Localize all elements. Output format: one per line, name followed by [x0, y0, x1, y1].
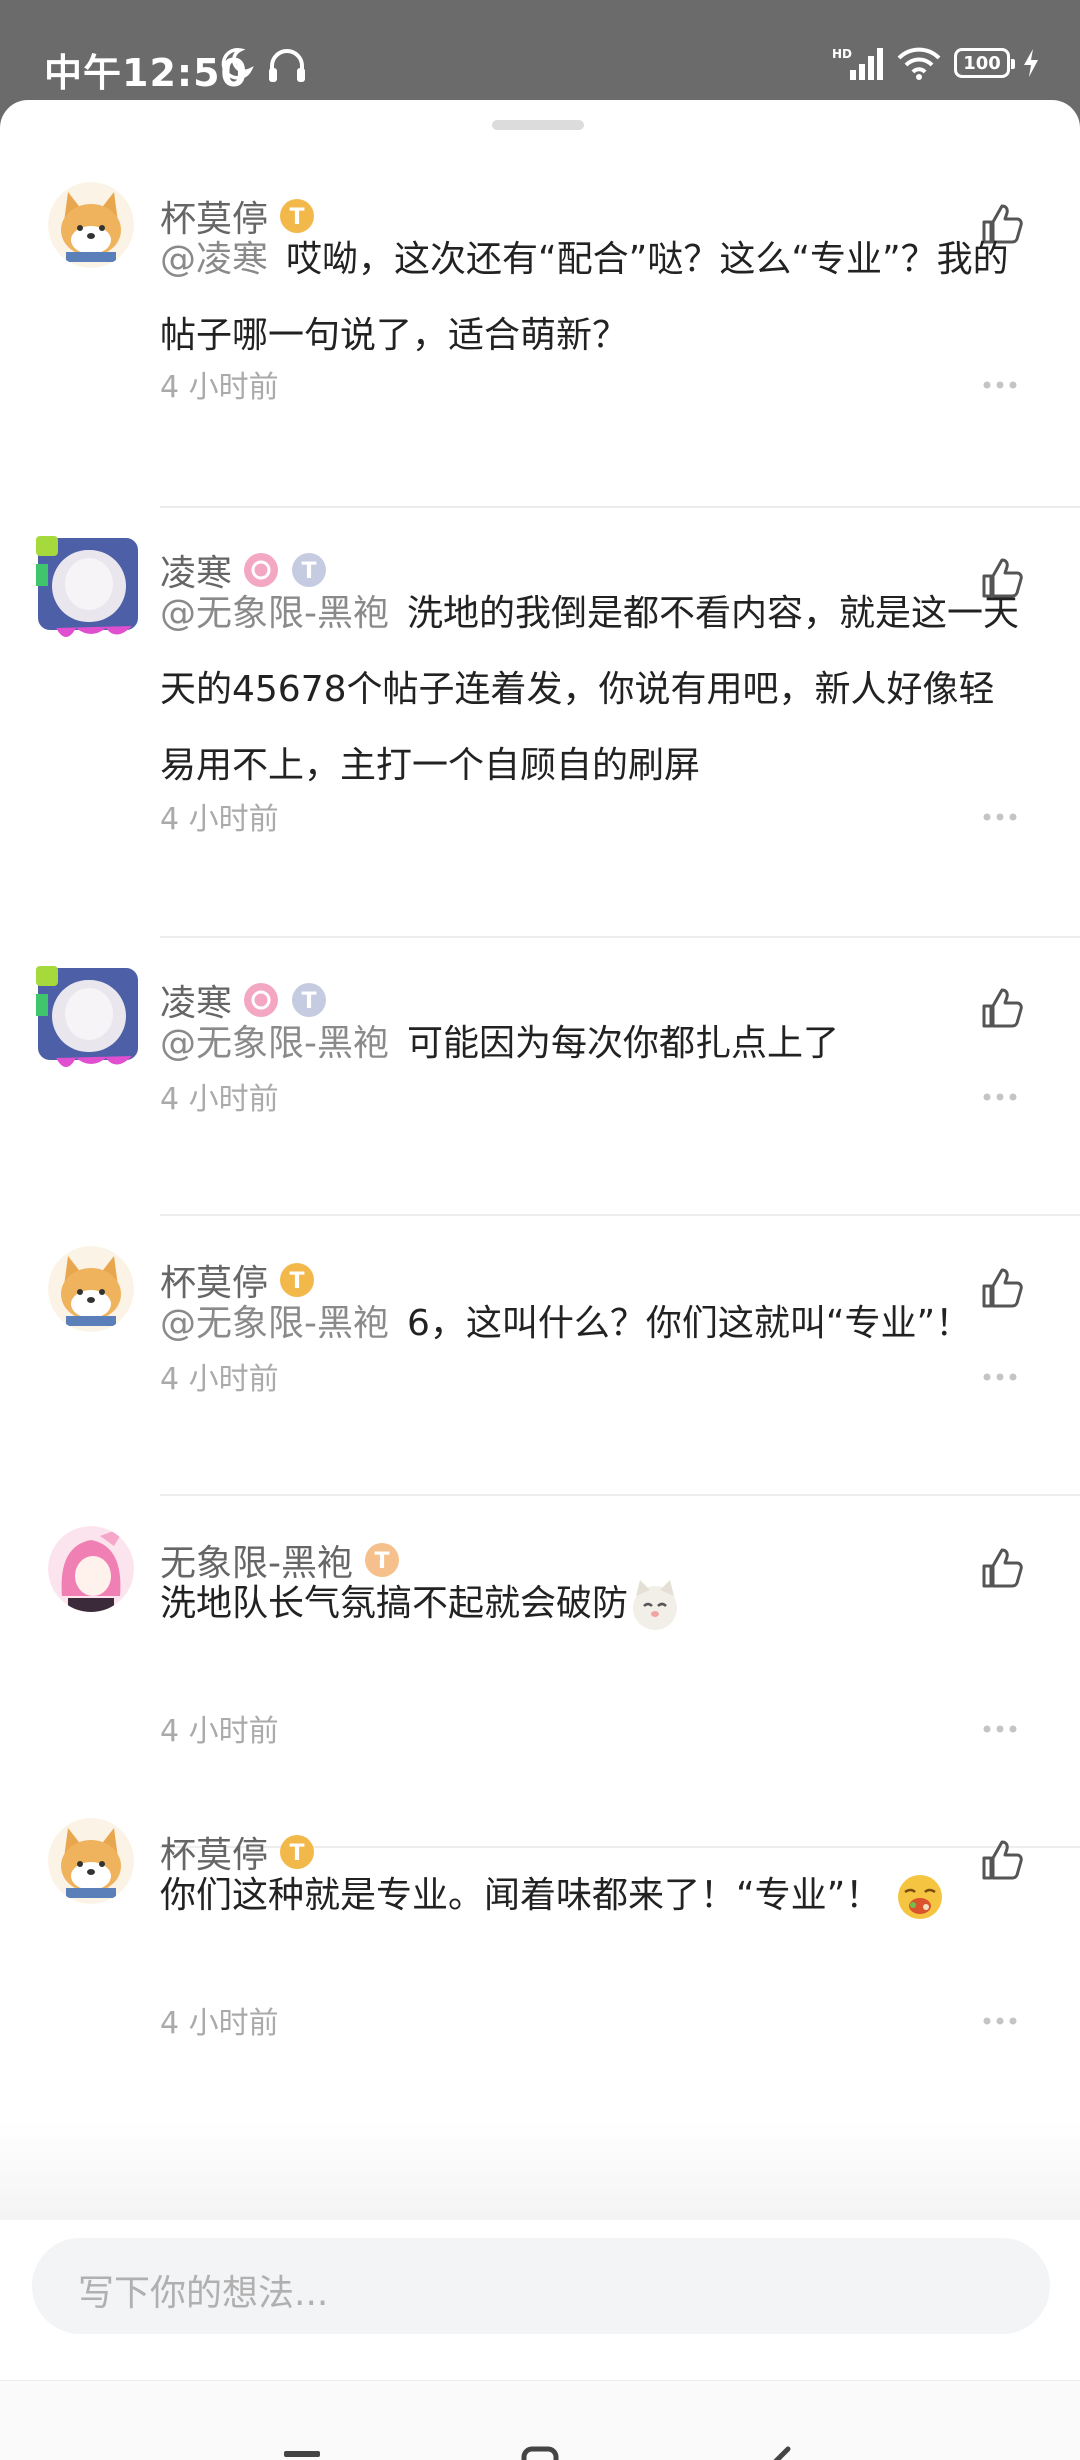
- avatar[interactable]: [48, 1246, 134, 1332]
- more-icon[interactable]: [982, 1092, 1018, 1102]
- mention[interactable]: @凌寒: [160, 239, 268, 280]
- divider: [160, 936, 1080, 938]
- signal-icon: HD: [832, 47, 883, 80]
- headphones-icon: [269, 49, 305, 82]
- comment-body: 6，这叫什么？你们这就叫“专业”！: [407, 1303, 972, 1344]
- mention[interactable]: @无象限-黑袍: [160, 593, 389, 634]
- comment-body: 洗地队长气氛搞不起就会破防: [160, 1583, 629, 1624]
- comments-sheet: 杯莫停 T @凌寒 哎呦，这次还有“配合”哒？这么“专业”？我的帖子哪一句说了，适…: [0, 100, 1080, 2460]
- mention[interactable]: @无象限-黑袍: [160, 1023, 389, 1064]
- divider: [160, 1214, 1080, 1216]
- avatar[interactable]: [48, 1818, 134, 1904]
- more-icon[interactable]: [982, 812, 1018, 822]
- anime-girl-avatar-icon: [48, 1526, 134, 1612]
- more-icon[interactable]: [982, 2016, 1018, 2026]
- comment-text: 洗地队长气氛搞不起就会破防: [160, 1566, 1030, 1642]
- comment-time: 4 小时前: [160, 1082, 279, 1117]
- moon-icon: [221, 48, 254, 80]
- comment-body: 哎呦，这次还有“配合”哒？这么“专业”？我的帖子哪一句说了，适合萌新？: [160, 239, 1009, 356]
- more-icon[interactable]: [982, 1372, 1018, 1382]
- battery-icon: 100: [954, 48, 1015, 78]
- comment-time: 4 小时前: [160, 1714, 279, 1749]
- menu-icon[interactable]: [280, 2443, 324, 2460]
- more-icon[interactable]: [982, 380, 1018, 390]
- divider: [160, 506, 1080, 508]
- comment-text: @凌寒 哎呦，这次还有“配合”哒？这么“专业”？我的帖子哪一句说了，适合萌新？: [160, 222, 1030, 374]
- avatar[interactable]: [36, 966, 140, 1070]
- comment-body: 可能因为每次你都扎点上了: [407, 1023, 840, 1064]
- comment-time: 4 小时前: [160, 1362, 279, 1397]
- battery-level: 100: [963, 52, 1001, 74]
- shiba-avatar-icon: [48, 1246, 134, 1332]
- back-icon[interactable]: [760, 2443, 804, 2460]
- avatar[interactable]: [48, 1526, 134, 1612]
- wifi-icon: [897, 47, 941, 80]
- comment-body: 你们这种就是专业。闻着味都来了！“专业”！: [160, 1875, 882, 1916]
- comment-time: 4 小时前: [160, 370, 279, 405]
- divider: [160, 1494, 1080, 1496]
- svg-text:HD: HD: [832, 47, 852, 61]
- status-bar: 中午12:50 HD 100: [0, 0, 1080, 100]
- shiba-avatar-icon: [48, 182, 134, 268]
- system-nav-bar: [0, 2380, 1080, 2460]
- avatar[interactable]: [36, 536, 140, 640]
- mention[interactable]: @无象限-黑袍: [160, 1303, 389, 1344]
- comment-text: @无象限-黑袍 6，这叫什么？你们这就叫“专业”！: [160, 1286, 1030, 1362]
- sheet-handle[interactable]: [492, 120, 584, 130]
- home-icon[interactable]: [518, 2443, 562, 2460]
- food-emoji-icon: [897, 1875, 942, 1919]
- avatar[interactable]: [48, 182, 134, 268]
- comment-input[interactable]: 写下你的想法...: [32, 2238, 1050, 2334]
- charging-icon: [1024, 49, 1038, 77]
- list-fade: [0, 2120, 1080, 2220]
- framed-avatar-icon: [36, 966, 138, 1067]
- framed-avatar-icon: [36, 536, 138, 637]
- comment-time: 4 小时前: [160, 802, 279, 837]
- comment-input-placeholder: 写下你的想法...: [78, 2273, 329, 2314]
- comment-text: 你们这种就是专业。闻着味都来了！“专业”！: [160, 1858, 1030, 1934]
- shiba-avatar-icon: [48, 1818, 134, 1904]
- more-icon[interactable]: [982, 1724, 1018, 1734]
- comment-text: @无象限-黑袍 洗地的我倒是都不看内容，就是这一天天的45678个帖子连着发，你说…: [160, 576, 1030, 804]
- cat-emoji-icon: [633, 1580, 678, 1630]
- comment-text: @无象限-黑袍 可能因为每次你都扎点上了: [160, 1006, 1030, 1082]
- comment-time: 4 小时前: [160, 2006, 279, 2041]
- comment-input-bar: 写下你的想法...: [0, 2220, 1080, 2380]
